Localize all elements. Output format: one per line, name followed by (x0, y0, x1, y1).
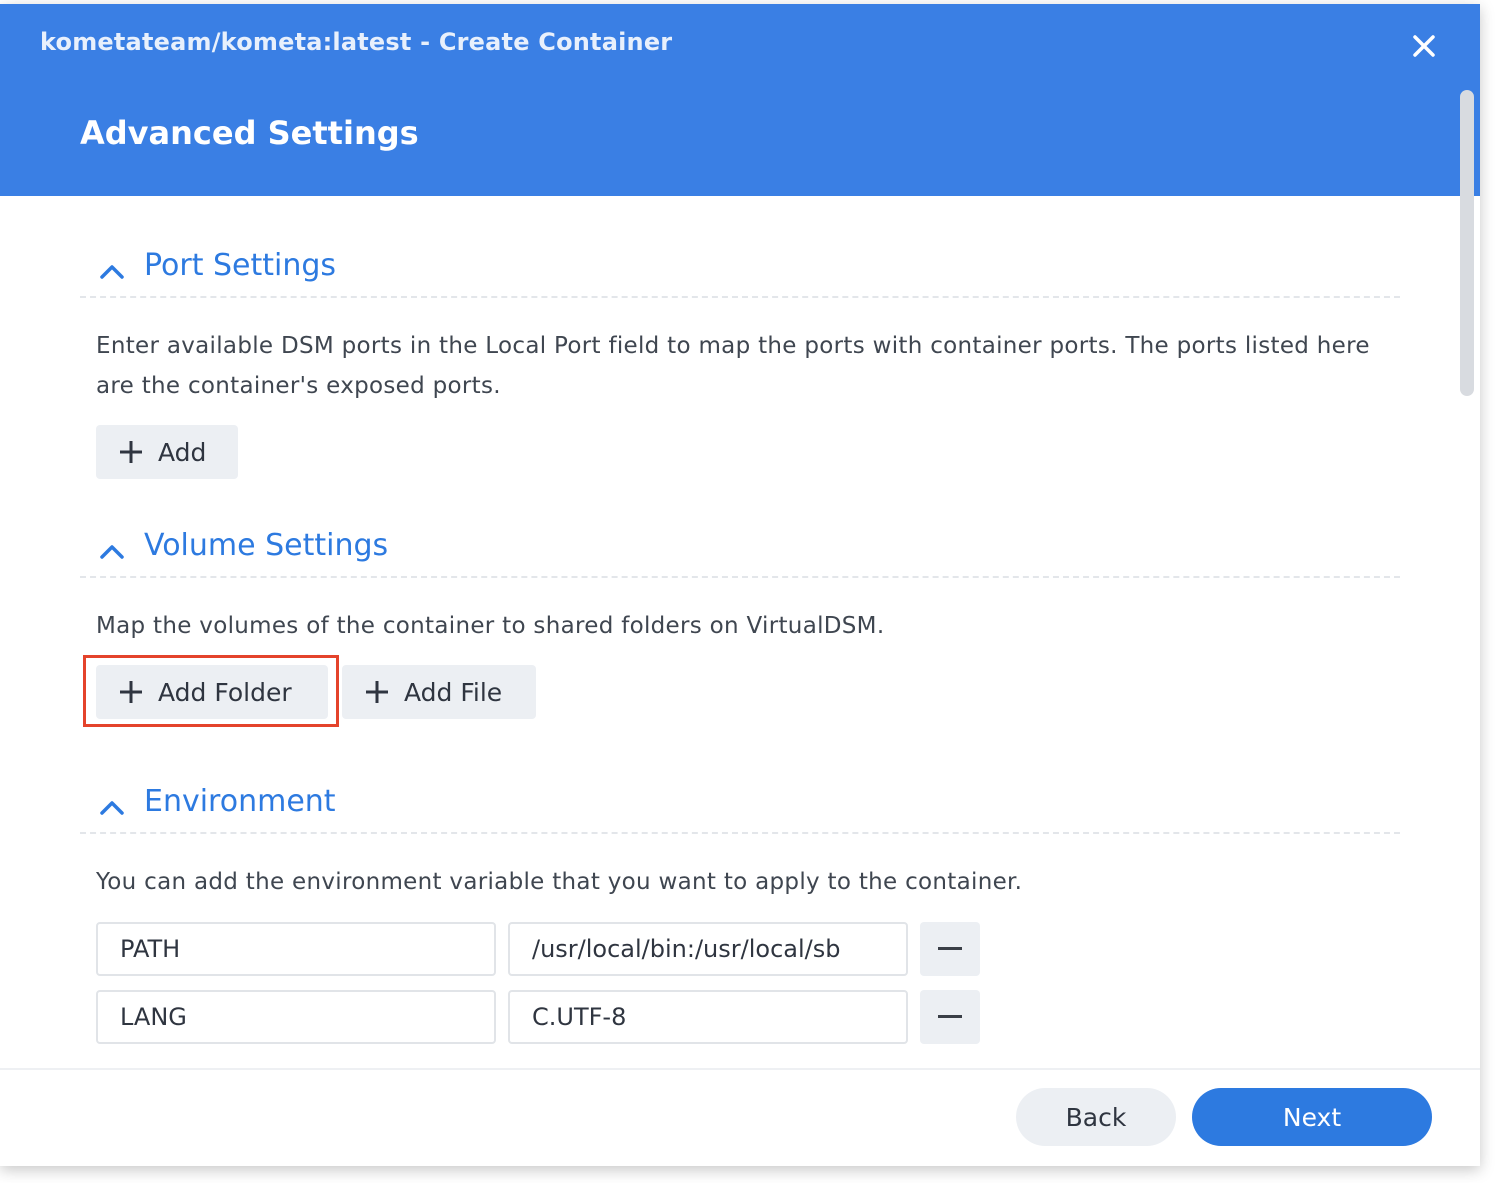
env-var-value-field[interactable] (508, 990, 908, 1044)
minus-icon (938, 1015, 962, 1018)
minus-icon (938, 947, 962, 950)
add-port-label: Add (158, 437, 207, 467)
environment-description: You can add the environment variable tha… (96, 869, 1023, 895)
port-settings-title: Port Settings (144, 248, 337, 283)
dialog-titlebar: kometateam/kometa:latest - Create Contai… (0, 4, 1480, 87)
create-container-dialog: kometateam/kometa:latest - Create Contai… (0, 4, 1480, 1166)
page-header: Advanced Settings (0, 86, 1480, 196)
chevron-up-icon (100, 265, 124, 279)
plus-icon (366, 681, 388, 703)
close-icon (1413, 35, 1435, 57)
remove-env-var-button[interactable] (920, 922, 980, 976)
port-settings-header[interactable]: Port Settings (80, 246, 1400, 298)
environment-header[interactable]: Environment (80, 782, 1400, 834)
chevron-up-icon (100, 801, 124, 815)
back-button[interactable]: Back (1016, 1088, 1176, 1146)
add-file-label: Add File (404, 677, 503, 707)
volume-settings-header[interactable]: Volume Settings (80, 526, 1400, 578)
footer-divider (0, 1068, 1480, 1070)
port-settings-description: Enter available DSM ports in the Local P… (96, 333, 1370, 399)
add-file-button[interactable]: Add File (342, 665, 536, 719)
env-var-name-field[interactable] (96, 990, 496, 1044)
next-button[interactable]: Next (1192, 1088, 1432, 1146)
env-var-value-field[interactable] (508, 922, 908, 976)
env-var-name-field[interactable] (96, 922, 496, 976)
environment-title: Environment (144, 784, 336, 819)
volume-settings-description: Map the volumes of the container to shar… (96, 613, 885, 639)
window-title: kometateam/kometa:latest - Create Contai… (40, 28, 673, 56)
add-port-button[interactable]: Add (96, 425, 238, 479)
volume-settings-title: Volume Settings (144, 528, 389, 563)
chevron-up-icon (100, 545, 124, 559)
page-title: Advanced Settings (80, 114, 419, 152)
remove-env-var-button[interactable] (920, 990, 980, 1044)
add-folder-highlight (83, 655, 339, 727)
plus-icon (120, 441, 142, 463)
scrollbar-thumb[interactable] (1460, 90, 1474, 396)
close-button[interactable] (1404, 26, 1444, 66)
